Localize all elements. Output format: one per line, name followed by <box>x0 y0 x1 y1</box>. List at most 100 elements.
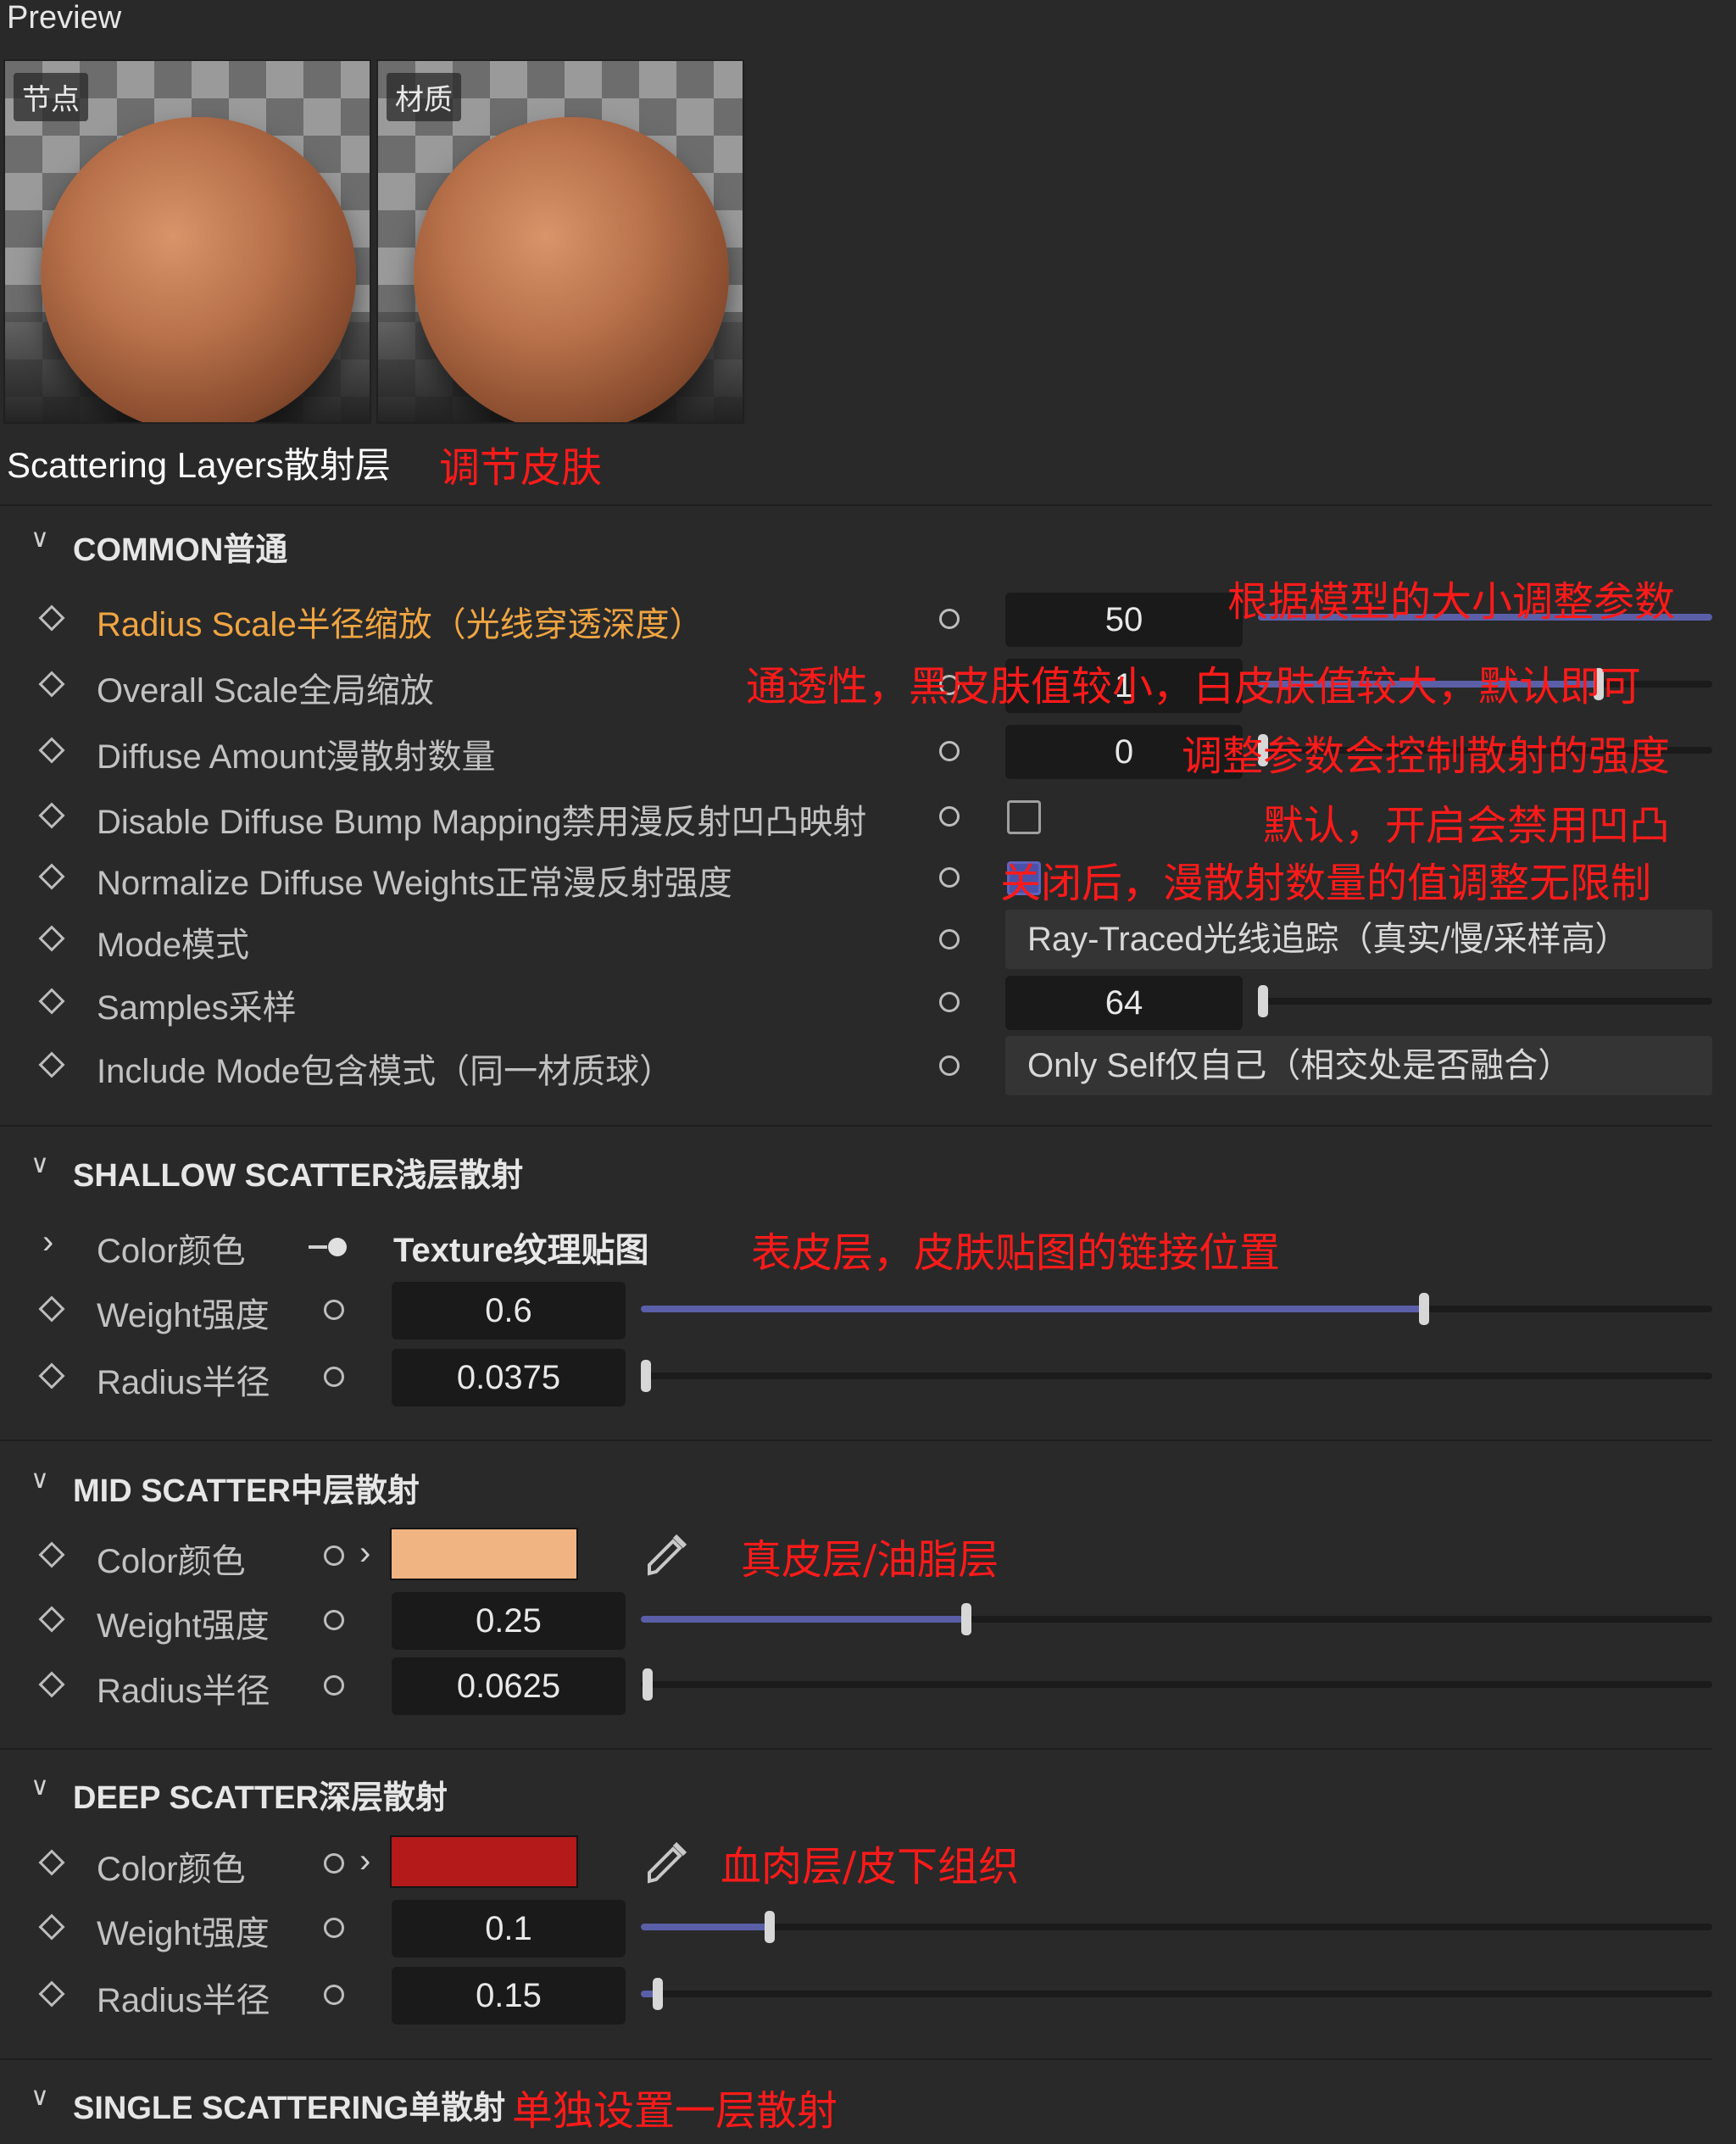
eyedropper-icon[interactable] <box>641 1837 692 1888</box>
keyframe-diamond-icon[interactable] <box>38 863 65 890</box>
mid-weight-slider-handle[interactable] <box>961 1603 971 1635</box>
section-annotation: 调节皮肤 <box>439 444 603 492</box>
mode-label: Mode模式 <box>97 927 250 964</box>
diffuse-amount-label: Diffuse Amount漫散射数量 <box>97 738 496 776</box>
material-preview-thumbnail[interactable]: 材质 <box>376 59 744 424</box>
group-deep-title[interactable]: DEEP SCATTER深层散射 <box>73 1771 448 1818</box>
include-mode-label: Include Mode包含模式（同一材质球） <box>97 1053 674 1090</box>
shallow-weight-slider-fill <box>641 1306 1424 1312</box>
keyframe-diamond-icon[interactable] <box>38 604 65 632</box>
samples-input[interactable]: 64 <box>1005 976 1243 1030</box>
animate-circle-icon[interactable] <box>939 992 960 1012</box>
keyframe-diamond-icon[interactable] <box>38 1913 65 1941</box>
eyedropper-icon[interactable] <box>641 1529 692 1580</box>
keyframe-diamond-icon[interactable] <box>38 737 65 764</box>
keyframe-diamond-icon[interactable] <box>38 1541 65 1568</box>
chevron-down-icon[interactable]: ∨ <box>31 524 49 554</box>
chevron-down-icon[interactable]: ∨ <box>31 2082 49 2112</box>
chevron-right-icon[interactable]: › <box>42 1223 53 1261</box>
keyframe-diamond-icon[interactable] <box>38 925 65 952</box>
preview-sphere <box>41 117 356 422</box>
radius-scale-input[interactable]: 50 <box>1005 593 1243 647</box>
overall-scale-annotation: 通透性，黑皮肤值较小，白皮肤值较大，默认即可 <box>746 663 1642 710</box>
animate-circle-icon[interactable] <box>324 1545 344 1566</box>
animate-circle-icon[interactable] <box>939 741 960 761</box>
thumbnail-label: 节点 <box>14 73 88 121</box>
deep-weight-input[interactable]: 0.1 <box>392 1900 626 1957</box>
animate-circle-icon[interactable] <box>939 609 960 629</box>
keyframe-diamond-icon[interactable] <box>38 1980 65 2008</box>
chevron-right-icon[interactable]: › <box>359 1842 370 1880</box>
keyframe-diamond-icon[interactable] <box>38 1295 65 1323</box>
shallow-radius-label: Radius半径 <box>97 1364 270 1401</box>
keyframe-diamond-icon[interactable] <box>38 988 65 1015</box>
disable-bump-annotation: 默认，开启会禁用凹凸 <box>1263 802 1671 849</box>
shallow-radius-slider-track[interactable] <box>641 1373 1712 1379</box>
mid-radius-input[interactable]: 0.0625 <box>392 1657 626 1715</box>
animate-circle-icon[interactable] <box>324 1610 344 1630</box>
chevron-down-icon[interactable]: ∨ <box>31 1772 49 1802</box>
group-common-title[interactable]: COMMON普通 <box>73 523 287 570</box>
node-preview-thumbnail[interactable]: 节点 <box>3 59 371 424</box>
keyframe-diamond-icon[interactable] <box>38 1671 65 1698</box>
deep-color-swatch[interactable] <box>390 1835 578 1888</box>
include-mode-dropdown[interactable]: Only Self仅自己（相交处是否融合） <box>1005 1036 1712 1095</box>
group-shallow-title[interactable]: SHALLOW SCATTER浅层散射 <box>73 1149 523 1195</box>
shallow-texture-link[interactable]: Texture纹理贴图 <box>393 1222 649 1272</box>
mid-weight-slider-fill <box>641 1616 968 1623</box>
shallow-weight-slider-handle[interactable] <box>1419 1293 1429 1325</box>
shallow-weight-input[interactable]: 0.6 <box>392 1282 626 1339</box>
group-mid-title[interactable]: MID SCATTER中层散射 <box>73 1464 420 1511</box>
normalize-weights-annotation: 关闭后，漫散射数量的值调整无限制 <box>1000 860 1652 907</box>
deep-radius-slider-handle[interactable] <box>653 1978 663 2010</box>
animate-circle-icon[interactable] <box>324 1853 344 1874</box>
animate-circle-icon[interactable] <box>939 867 960 888</box>
deep-weight-slider-handle[interactable] <box>765 1911 775 1943</box>
deep-radius-label: Radius半径 <box>97 1982 270 2019</box>
thumbnail-label: 材质 <box>387 73 461 121</box>
animate-circle-icon[interactable] <box>324 1918 344 1938</box>
animate-circle-icon[interactable] <box>939 929 960 949</box>
keyframe-diamond-icon[interactable] <box>38 1849 65 1876</box>
mid-color-swatch[interactable] <box>390 1528 578 1580</box>
samples-label: Samples采样 <box>97 989 297 1027</box>
animate-circle-icon[interactable] <box>324 1300 344 1320</box>
deep-weight-label: Weight强度 <box>97 1915 270 1952</box>
animate-circle-icon[interactable] <box>324 1675 344 1696</box>
mid-radius-label: Radius半径 <box>97 1673 270 1710</box>
chevron-down-icon[interactable]: ∨ <box>31 1150 49 1179</box>
keyframe-diamond-icon[interactable] <box>38 1606 65 1633</box>
section-title: Scattering Layers散射层 <box>7 445 391 485</box>
diffuse-amount-annotation: 调整参数会控制散射的强度 <box>1182 732 1671 780</box>
animate-circle-icon[interactable] <box>324 1985 344 2005</box>
chevron-right-icon[interactable]: › <box>359 1534 370 1573</box>
mid-radius-slider-handle[interactable] <box>643 1668 653 1701</box>
mid-weight-label: Weight强度 <box>97 1607 270 1645</box>
divider <box>0 1125 1712 1127</box>
animate-circle-icon[interactable] <box>324 1367 344 1387</box>
deep-radius-slider-track[interactable] <box>641 1991 1712 1997</box>
samples-slider-handle[interactable] <box>1258 985 1268 1017</box>
mid-weight-input[interactable]: 0.25 <box>392 1592 626 1650</box>
disable-bump-checkbox[interactable] <box>1007 800 1041 834</box>
keyframe-diamond-icon[interactable] <box>38 802 65 829</box>
samples-slider-track[interactable] <box>1258 998 1712 1005</box>
shallow-radius-input[interactable]: 0.0375 <box>392 1349 626 1406</box>
animate-circle-icon[interactable] <box>939 806 960 827</box>
texture-link-icon[interactable] <box>309 1234 351 1264</box>
deep-radius-input[interactable]: 0.15 <box>392 1967 626 2024</box>
chevron-down-icon[interactable]: ∨ <box>31 1465 49 1495</box>
animate-circle-icon[interactable] <box>939 1055 960 1076</box>
shallow-radius-slider-handle[interactable] <box>641 1360 651 1392</box>
keyframe-diamond-icon[interactable] <box>38 1051 65 1078</box>
deep-weight-slider-track[interactable] <box>641 1924 1712 1930</box>
mid-radius-slider-track[interactable] <box>641 1681 1712 1688</box>
mode-dropdown[interactable]: Ray-Traced光线追踪（真实/慢/采样高） <box>1005 910 1712 969</box>
keyframe-diamond-icon[interactable] <box>38 671 65 698</box>
normalize-weights-label: Normalize Diffuse Weights正常漫反射强度 <box>97 865 732 902</box>
shallow-color-annotation: 表皮层，皮肤贴图的链接位置 <box>751 1229 1281 1277</box>
disable-bump-label: Disable Diffuse Bump Mapping禁用漫反射凹凸映射 <box>97 804 867 841</box>
divider <box>0 1440 1712 1441</box>
keyframe-diamond-icon[interactable] <box>38 1362 65 1389</box>
group-single-title[interactable]: SINGLE SCATTERING单散射 <box>73 2081 505 2128</box>
